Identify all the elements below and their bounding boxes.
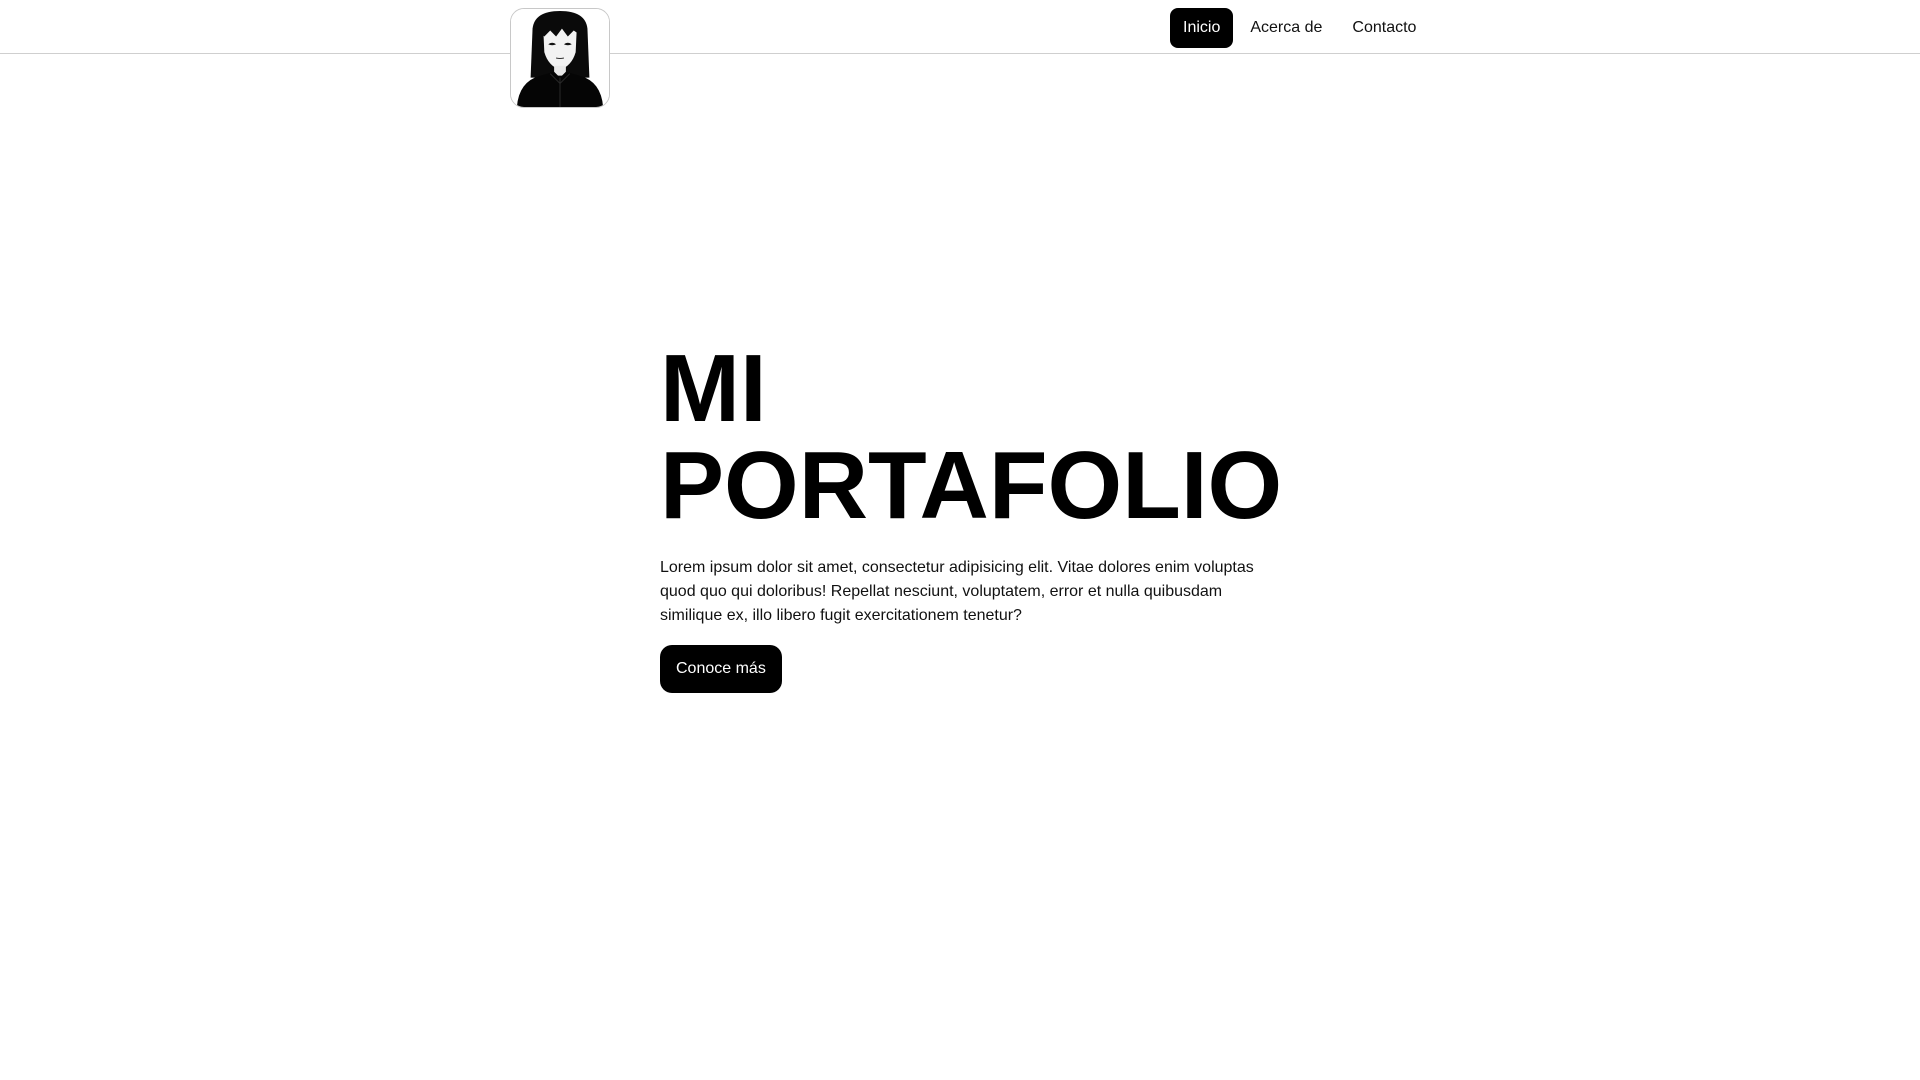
- anime-portrait-icon: [511, 9, 609, 107]
- logo-avatar[interactable]: [510, 8, 610, 108]
- hero-description: Lorem ipsum dolor sit amet, consectetur …: [660, 559, 1254, 624]
- hero-title-line1: MI: [660, 335, 767, 442]
- main-nav: Inicio Acerca de Contacto: [1170, 8, 1429, 48]
- nav-link-acerca-de[interactable]: Acerca de: [1237, 8, 1335, 48]
- conoce-mas-button[interactable]: Conoce más: [660, 645, 782, 693]
- hero-title: MI PORTAFOLIO: [660, 340, 1300, 534]
- navbar: Inicio Acerca de Contacto: [0, 0, 1920, 108]
- nav-link-inicio[interactable]: Inicio: [1170, 8, 1234, 48]
- nav-link-contacto[interactable]: Contacto: [1339, 8, 1429, 48]
- hero-title-line2: PORTAFOLIO: [660, 432, 1283, 539]
- hero-section: MI PORTAFOLIO Lorem ipsum dolor sit amet…: [660, 340, 1300, 693]
